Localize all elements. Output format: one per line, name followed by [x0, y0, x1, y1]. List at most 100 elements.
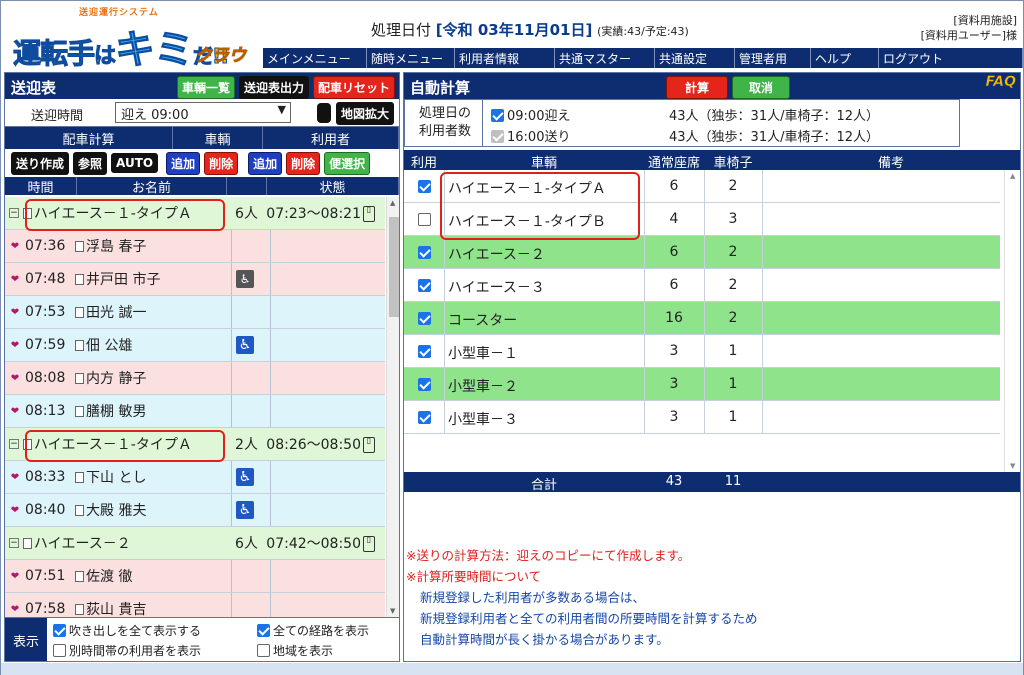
- pickup-time: 07:36: [25, 238, 66, 254]
- user-row[interactable]: ❤ 07:59 佃 公雄 ♿: [5, 329, 385, 362]
- col-name: お名前: [77, 177, 227, 196]
- checkbox-icon[interactable]: [418, 279, 431, 292]
- scroll-down-icon[interactable]: ▼: [390, 607, 395, 615]
- vehicle-row[interactable]: − ハイエース－２ 6人 07:42〜08:50 ▯: [5, 527, 385, 560]
- scroll-down-icon[interactable]: ▼: [1010, 462, 1015, 470]
- checkbox-icon[interactable]: [257, 624, 270, 637]
- menu-adhoc[interactable]: 随時メニュー: [367, 48, 455, 68]
- checkbox-icon[interactable]: [257, 644, 270, 657]
- status-bar: [1, 663, 1023, 675]
- document-icon: [75, 406, 84, 417]
- collapse-icon[interactable]: −: [9, 208, 19, 218]
- count-pickup[interactable]: 09:00迎え: [491, 105, 570, 124]
- vehicle-wheelchairs: 1: [728, 409, 738, 425]
- vehicle-name: 小型車－２: [448, 379, 518, 395]
- vehicle-capacity: 6人: [235, 206, 258, 222]
- highlight-box: [440, 172, 640, 240]
- pickup-time: 07:51: [25, 568, 66, 584]
- pickup-time: 08:40: [25, 502, 66, 518]
- user-row[interactable]: ❤ 08:08 内方 静子: [5, 362, 385, 395]
- vehicle-table-scrollbar[interactable]: ▲ ▼: [1004, 170, 1020, 472]
- reference-button[interactable]: 参照: [73, 151, 108, 175]
- scroll-up-icon[interactable]: ▲: [390, 199, 395, 207]
- scroll-thumb[interactable]: [389, 217, 399, 317]
- vehicle-table-row[interactable]: コースター 16 2: [404, 302, 1000, 335]
- menu-help[interactable]: ヘルプ: [811, 48, 879, 68]
- user-delete-button[interactable]: 削除: [286, 151, 321, 175]
- display-options: 表示 吹き出しを全て表示する 全ての経路を表示 別時間帯の利用者を表示 地域を表…: [5, 617, 399, 661]
- vehicle-status: 07:42〜08:50 ▯: [266, 533, 385, 553]
- user-name: [資料用ユーザー]様: [920, 29, 1017, 42]
- dispatch-reset-button[interactable]: 配車リセット: [312, 76, 395, 99]
- checkbox-icon[interactable]: [418, 378, 431, 391]
- vehicle-table-row[interactable]: 小型車－３ 3 1: [404, 401, 1000, 434]
- note-calc-time-title: ※計算所要時間について: [406, 569, 542, 584]
- checkbox-icon[interactable]: [418, 246, 431, 259]
- count-pickup-value: 43人（独歩：31人/車椅子：12人）: [669, 109, 880, 124]
- user-add-button[interactable]: 追加: [248, 151, 283, 175]
- vehicle-list-button[interactable]: 車輌一覧: [176, 76, 235, 99]
- group-user: 利用者: [263, 127, 399, 149]
- opt-show-other-time-users[interactable]: 別時間帯の利用者を表示: [53, 642, 201, 659]
- toggle-switch[interactable]: [317, 103, 331, 123]
- vehicle-table-row[interactable]: ハイエース－２ 6 2: [404, 236, 1000, 269]
- vehicle-table-row[interactable]: 小型車－１ 3 1: [404, 335, 1000, 368]
- vehicle-seats: 6: [669, 277, 679, 293]
- vehicle-delete-button[interactable]: 削除: [204, 151, 239, 175]
- checkbox-icon[interactable]: [418, 312, 431, 325]
- checkbox-icon[interactable]: [418, 180, 431, 193]
- panel-title-auto-calc: 自動計算 計算 取消 FAQ: [404, 73, 1020, 99]
- user-row[interactable]: ❤ 07:58 荻山 貴吉: [5, 593, 385, 617]
- schedule-output-button[interactable]: 送迎表出力: [238, 76, 309, 99]
- checkbox-icon[interactable]: [491, 109, 504, 122]
- faq-link[interactable]: FAQ: [985, 74, 1016, 91]
- action-toolbar: 送り作成 参照 AUTO 追加 削除 追加 削除 便選択: [5, 149, 399, 177]
- cancel-button[interactable]: 取消: [732, 76, 790, 99]
- user-row[interactable]: ❤ 07:53 田光 誠一: [5, 296, 385, 329]
- user-count-label: 処理日の 利用者数: [405, 100, 483, 146]
- user-row[interactable]: ❤ 08:33 下山 とし ♿: [5, 461, 385, 494]
- device-icon: ▯: [363, 206, 375, 222]
- menu-main[interactable]: メインメニュー: [263, 48, 367, 68]
- auto-calc-panel: 自動計算 計算 取消 FAQ 処理日の 利用者数 09:00迎え 43人（独歩：3…: [403, 72, 1021, 662]
- transport-time-select[interactable]: 迎え 09:00 ▼: [115, 102, 291, 123]
- user-row[interactable]: ❤ 07:51 佐渡 徹: [5, 560, 385, 593]
- checkbox-icon[interactable]: [53, 624, 66, 637]
- user-row[interactable]: ❤ 08:13 膳棚 敏男: [5, 395, 385, 428]
- checkbox-icon[interactable]: [418, 345, 431, 358]
- menu-common-master[interactable]: 共通マスター: [555, 48, 655, 68]
- calculate-button[interactable]: 計算: [666, 76, 728, 99]
- user-row[interactable]: ❤ 07:48 井戸田 市子 ♿: [5, 263, 385, 296]
- select-trip-button[interactable]: 便選択: [324, 151, 371, 175]
- checkbox-icon[interactable]: [418, 411, 431, 424]
- highlight-box: [25, 430, 225, 462]
- map-enlarge-button[interactable]: 地図拡大: [336, 102, 395, 125]
- menu-common-settings[interactable]: 共通設定: [655, 48, 735, 68]
- document-icon: [75, 307, 84, 318]
- document-icon: [22, 538, 32, 549]
- note-line: 新規登録した利用者が多数ある場合は、: [420, 590, 646, 605]
- create-return-button[interactable]: 送り作成: [11, 151, 70, 175]
- user-row[interactable]: ❤ 07:36 浮島 春子: [5, 230, 385, 263]
- user-row[interactable]: ❤ 08:40 大殿 雅夫 ♿: [5, 494, 385, 527]
- vehicle-table-row[interactable]: 小型車－２ 3 1: [404, 368, 1000, 401]
- scroll-up-icon[interactable]: ▲: [1010, 172, 1015, 180]
- menu-user-info[interactable]: 利用者情報: [455, 48, 555, 68]
- list-scrollbar[interactable]: ▲ ▼: [386, 197, 399, 617]
- menu-logout[interactable]: ログアウト: [879, 48, 1023, 68]
- group-dispatch-calc: 配車計算: [5, 127, 173, 149]
- opt-show-all-routes[interactable]: 全ての経路を表示: [257, 622, 369, 639]
- heart-icon: ❤: [10, 372, 20, 384]
- vehicle-add-button[interactable]: 追加: [166, 151, 201, 175]
- opt-show-all-balloons[interactable]: 吹き出しを全て表示する: [53, 622, 201, 639]
- collapse-icon[interactable]: −: [9, 439, 19, 449]
- vehicle-table-row[interactable]: ハイエース－３ 6 2: [404, 269, 1000, 302]
- checkbox-icon[interactable]: [53, 644, 66, 657]
- checkbox-icon[interactable]: [418, 213, 431, 226]
- collapse-icon[interactable]: −: [9, 538, 19, 548]
- count-dropoff-value: 43人（独歩：31人/車椅子：12人）: [669, 130, 880, 145]
- menu-admin[interactable]: 管理者用: [735, 48, 811, 68]
- auto-button[interactable]: AUTO: [111, 153, 159, 173]
- col-capacity: [227, 177, 267, 195]
- opt-show-area[interactable]: 地域を表示: [257, 642, 333, 659]
